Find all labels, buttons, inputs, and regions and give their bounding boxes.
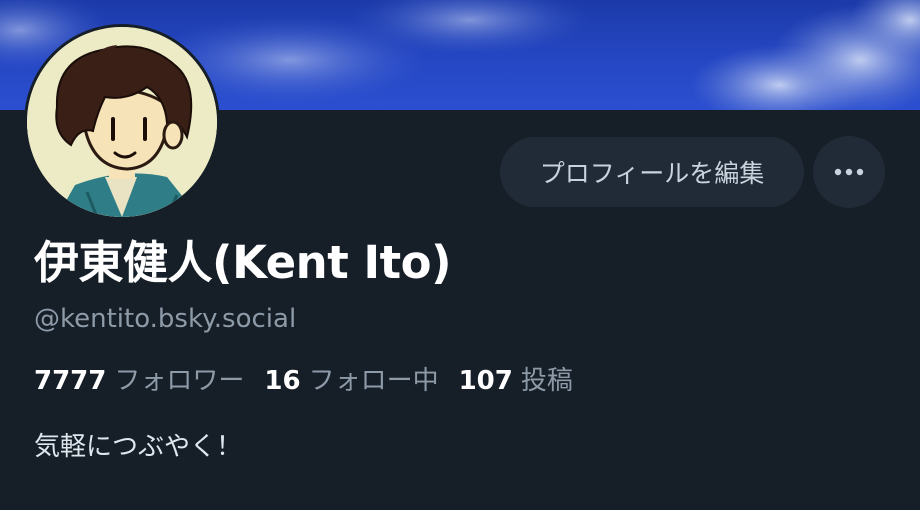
following-count: 16 <box>264 366 301 396</box>
edit-profile-button[interactable]: プロフィールを編集 <box>500 137 804 207</box>
posts-count: 107 <box>458 366 513 396</box>
profile-handle: @kentito.bsky.social <box>34 304 297 334</box>
posts-label: 投稿 <box>520 366 573 396</box>
avatar-illustration <box>27 27 217 217</box>
profile-page: プロフィールを編集 伊東健人(Kent Ito) @kentito.bsky.s… <box>0 0 920 510</box>
display-name: 伊東健人(Kent Ito) <box>34 236 452 289</box>
following-label: フォロー中 <box>308 366 439 396</box>
profile-bio: 気軽につぶやく！ <box>34 432 243 462</box>
more-horizontal-icon <box>834 168 864 176</box>
following-stat[interactable]: 16 フォロー中 <box>264 360 438 397</box>
more-options-button[interactable] <box>813 136 885 208</box>
followers-count: 7777 <box>34 366 107 396</box>
profile-stats: 7777 フォロワー 16 フォロー中 107 投稿 <box>34 360 593 397</box>
followers-label: フォロワー <box>114 366 245 396</box>
posts-stat: 107 投稿 <box>459 360 573 397</box>
avatar[interactable] <box>24 24 220 220</box>
followers-stat[interactable]: 7777 フォロワー <box>34 360 244 397</box>
